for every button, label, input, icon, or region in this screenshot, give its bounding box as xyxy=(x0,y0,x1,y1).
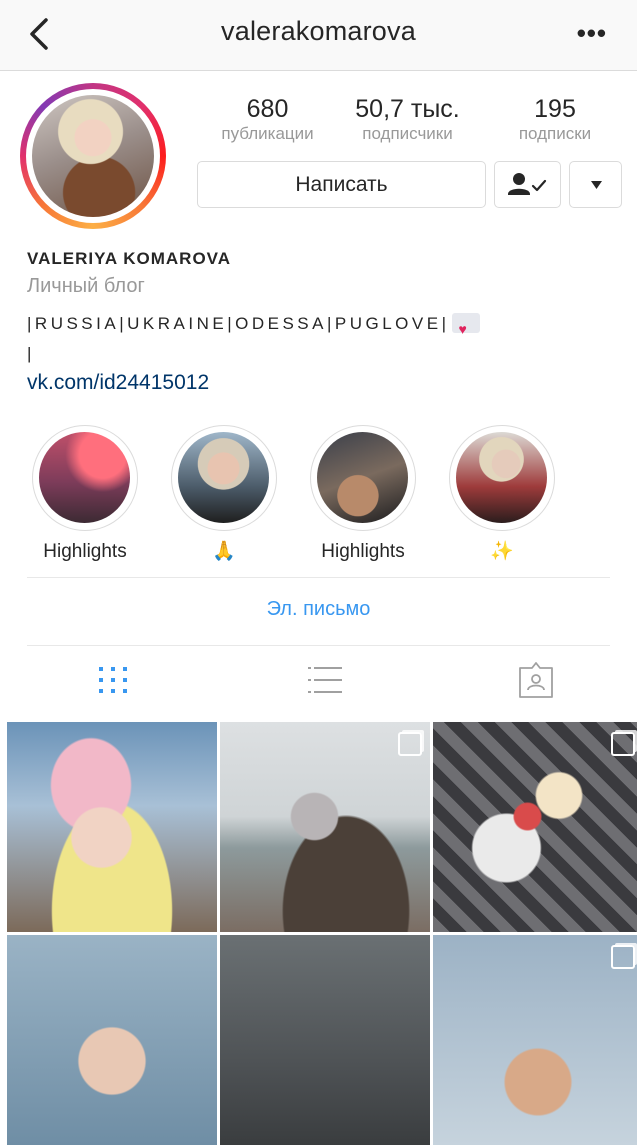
grid-photo[interactable] xyxy=(7,935,217,1145)
posts-count: 680 xyxy=(246,95,289,123)
profile-username-title: valerakomarova xyxy=(221,16,416,46)
highlight-item[interactable]: Highlights xyxy=(25,425,145,565)
following-status-button[interactable] xyxy=(494,161,561,208)
story-ring[interactable] xyxy=(20,83,166,229)
following-count: 195 xyxy=(534,95,576,123)
highlight-ring xyxy=(449,425,555,531)
grid-photo[interactable] xyxy=(433,935,637,1145)
person-check-icon xyxy=(508,173,547,195)
bio-text: |RUSSIA|UKRAINE|ODESSA|PUGLOVE| xyxy=(27,314,450,333)
grid-photo[interactable] xyxy=(433,722,637,932)
profile-website-link[interactable]: vk.com/id24415012 xyxy=(27,371,209,395)
highlight-item[interactable]: ✨ xyxy=(442,425,562,565)
grid-photo[interactable] xyxy=(7,722,217,932)
profile-category: Личный блог xyxy=(27,275,145,297)
avatar xyxy=(32,95,154,217)
top-nav-bar: valerakomarova ••• xyxy=(0,0,637,71)
stat-following[interactable]: 195 подписки xyxy=(490,95,620,145)
caret-down-icon xyxy=(591,181,602,189)
carousel-icon xyxy=(398,732,422,756)
highlight-cover xyxy=(456,432,547,523)
grid-photo[interactable] xyxy=(220,935,430,1145)
stat-posts[interactable]: 680 публикации xyxy=(200,95,335,145)
highlight-cover xyxy=(317,432,408,523)
bio-text-line2: | xyxy=(27,344,35,363)
profile-bio: |RUSSIA|UKRAINE|ODESSA|PUGLOVE| ♥ | xyxy=(27,309,627,369)
highlight-label: Highlights xyxy=(43,541,127,562)
highlight-label: Highlights xyxy=(321,541,405,562)
stat-followers[interactable]: 50,7 тыс. подписчики xyxy=(340,95,475,145)
carousel-icon xyxy=(611,945,635,969)
email-button[interactable]: Эл. письмо xyxy=(0,598,637,621)
list-view-icon[interactable] xyxy=(305,660,345,700)
profile-stats: 680 публикации 50,7 тыс. подписчики 195 … xyxy=(200,95,610,155)
more-options-icon[interactable]: ••• xyxy=(577,18,607,49)
followers-count: 50,7 тыс. xyxy=(355,95,460,123)
highlight-item[interactable]: 🙏 xyxy=(164,425,284,565)
tagged-photos-icon[interactable] xyxy=(516,660,556,700)
divider xyxy=(27,645,610,646)
message-button[interactable]: Написать xyxy=(197,161,486,208)
highlight-ring xyxy=(171,425,277,531)
highlight-label: ✨ xyxy=(490,541,514,562)
profile-full-name: VALERIYA KOMAROVA xyxy=(27,249,232,268)
highlight-item[interactable]: Highlights xyxy=(303,425,423,565)
grid-photo[interactable] xyxy=(220,722,430,932)
suggestions-dropdown-button[interactable] xyxy=(569,161,622,208)
highlight-ring xyxy=(32,425,138,531)
highlight-cover xyxy=(39,432,130,523)
grid-view-icon[interactable] xyxy=(93,660,133,700)
highlight-cover xyxy=(178,432,269,523)
posts-label: публикации xyxy=(221,124,314,143)
highlight-label: 🙏 xyxy=(212,541,236,562)
following-label: подписки xyxy=(518,124,592,143)
avatar-frame xyxy=(26,89,160,223)
carousel-icon xyxy=(611,732,635,756)
highlight-ring xyxy=(310,425,416,531)
followers-label: подписчики xyxy=(362,124,453,143)
divider xyxy=(27,577,610,578)
love-letter-emoji-icon: ♥ xyxy=(451,312,480,337)
